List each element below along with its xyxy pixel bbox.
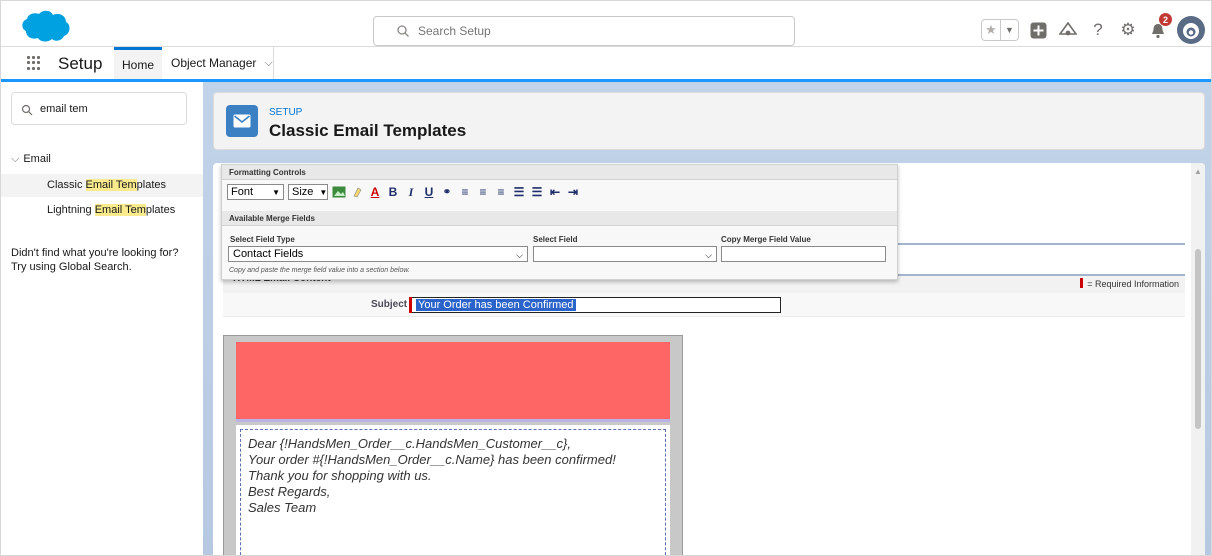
bulleted-list-icon[interactable]: ☰ [530, 185, 544, 199]
avatar[interactable] [1177, 16, 1205, 44]
copy-merge-label: Copy Merge Field Value [721, 235, 811, 244]
app-name: Setup [58, 54, 103, 73]
select-field-label: Select Field [533, 235, 578, 244]
email-line: Dear {!HandsMen_Order__c.HandsMen_Custom… [248, 436, 572, 451]
page-header: SETUP Classic Email Templates [213, 92, 1205, 150]
gear-icon[interactable]: ⚙ [1117, 19, 1139, 41]
page-scrollbar[interactable]: ▲ [1191, 163, 1205, 555]
bell-icon[interactable]: 2 [1147, 13, 1172, 41]
email-line: Best Regards, [248, 484, 331, 499]
add-icon[interactable] [1027, 19, 1049, 41]
search-setup-box[interactable] [373, 16, 795, 46]
subject-row: Subject Your Order has been Confirmed [223, 293, 1185, 317]
select-field-select[interactable]: ⌵ [533, 246, 717, 262]
field-type-select[interactable]: Contact Fields ⌵ [228, 246, 528, 262]
email-line: Your order #{!HandsMen_Order__c.Name} ha… [248, 452, 616, 467]
copy-merge-input[interactable] [721, 246, 886, 262]
notification-badge: 2 [1159, 13, 1172, 26]
app-window: ★ ▼ ? ⚙ 2 Setup Home O [0, 0, 1212, 556]
quick-find-input[interactable] [40, 99, 180, 119]
merge-help-text: Copy and paste the merge field value int… [229, 267, 410, 274]
formatting-controls-header: Formatting Controls [222, 165, 897, 180]
subject-input[interactable]: Your Order has been Confirmed [409, 297, 781, 313]
field-type-label: Select Field Type [230, 235, 295, 244]
font-select[interactable]: Font ▼ [227, 184, 284, 200]
sidebar-item-lightning-email-templates[interactable]: Lightning Email Templates [1, 199, 203, 222]
star-icon[interactable]: ★ [982, 20, 1000, 40]
scroll-up-icon[interactable]: ▲ [1194, 167, 1202, 176]
required-marker [409, 297, 412, 313]
page-title: Classic Email Templates [269, 121, 467, 140]
tab-object-manager-label: Object Manager [171, 56, 257, 70]
help-icon[interactable]: ? [1087, 19, 1109, 41]
search-icon [397, 25, 409, 37]
nav-bar: Setup Home Object Manager ⌵ [1, 47, 1211, 82]
search-setup-input[interactable] [418, 21, 778, 41]
html-editor[interactable]: Dear {!HandsMen_Order__c.HandsMen_Custom… [223, 335, 683, 555]
not-found-message: Didn't find what you're looking for? Try… [11, 247, 179, 273]
align-center-icon[interactable]: ≡ [476, 185, 490, 199]
chevron-down-icon[interactable]: ⌵ [264, 57, 272, 70]
outdent-icon[interactable]: ⇤ [548, 185, 562, 199]
subject-label: Subject [371, 299, 408, 310]
app-launcher-icon[interactable] [27, 56, 41, 70]
tree-group-email[interactable]: ⌵ Email [11, 153, 51, 166]
email-line: Thank you for shopping with us. [248, 468, 432, 483]
quick-find-box[interactable] [11, 92, 187, 125]
subject-value: Your Order has been Confirmed [416, 299, 576, 311]
size-select[interactable]: Size ▼ [288, 184, 328, 200]
highlight-icon[interactable] [350, 185, 364, 199]
link-icon[interactable]: ⚭ [440, 185, 454, 199]
nav-divider [273, 47, 274, 79]
tab-home[interactable]: Home [114, 47, 162, 79]
global-header: ★ ▼ ? ⚙ 2 [1, 1, 1211, 47]
email-banner [236, 342, 670, 422]
underline-icon[interactable]: U [422, 185, 436, 199]
sidebar-item-classic-email-templates[interactable]: Classic Email Templates [1, 174, 203, 197]
salesforce-logo[interactable] [19, 9, 71, 43]
scroll-thumb[interactable] [1195, 249, 1201, 429]
setup-sidebar: ⌵ Email Classic Email Templates Lightning… [1, 82, 203, 555]
favorites-group[interactable]: ★ ▼ [981, 19, 1019, 41]
tab-object-manager[interactable]: Object Manager ⌵ [163, 47, 281, 79]
align-right-icon[interactable]: ≡ [494, 185, 508, 199]
merge-fields-header: Available Merge Fields [222, 211, 897, 226]
email-line: Sales Team [248, 500, 317, 515]
chevron-down-icon[interactable]: ⌵ [11, 153, 19, 165]
bold-icon[interactable]: B [386, 185, 400, 199]
email-icon [226, 105, 258, 137]
insert-image-icon[interactable] [332, 185, 346, 199]
align-left-icon[interactable]: ≡ [458, 185, 472, 199]
email-body[interactable]: Dear {!HandsMen_Order__c.HandsMen_Custom… [236, 425, 670, 555]
chevron-down-icon[interactable]: ▼ [1000, 20, 1018, 40]
required-info-note: = Required Information [1080, 278, 1179, 289]
breadcrumb: SETUP [269, 107, 303, 118]
header-icons: ★ ▼ ? ⚙ 2 [981, 13, 1205, 45]
numbered-list-icon[interactable]: ☰ [512, 185, 526, 199]
tree-group-label: Email [23, 153, 51, 165]
search-icon [21, 104, 33, 116]
font-color-icon[interactable]: A [368, 185, 382, 199]
indent-icon[interactable]: ⇥ [566, 185, 580, 199]
main-content: SETUP Classic Email Templates HTML Email… [203, 82, 1211, 555]
formatting-merge-panel: Formatting Controls Font ▼ Size ▼ A B I U … [221, 164, 898, 280]
email-body-text[interactable]: Dear {!HandsMen_Order__c.HandsMen_Custom… [240, 429, 666, 555]
trailhead-icon[interactable] [1057, 19, 1079, 41]
italic-icon[interactable]: I [404, 185, 418, 199]
formatting-toolbar: Font ▼ Size ▼ A B I U ⚭ ≡ ≡ ≡ ☰ ☰ ⇤ ⇥ [227, 183, 580, 201]
